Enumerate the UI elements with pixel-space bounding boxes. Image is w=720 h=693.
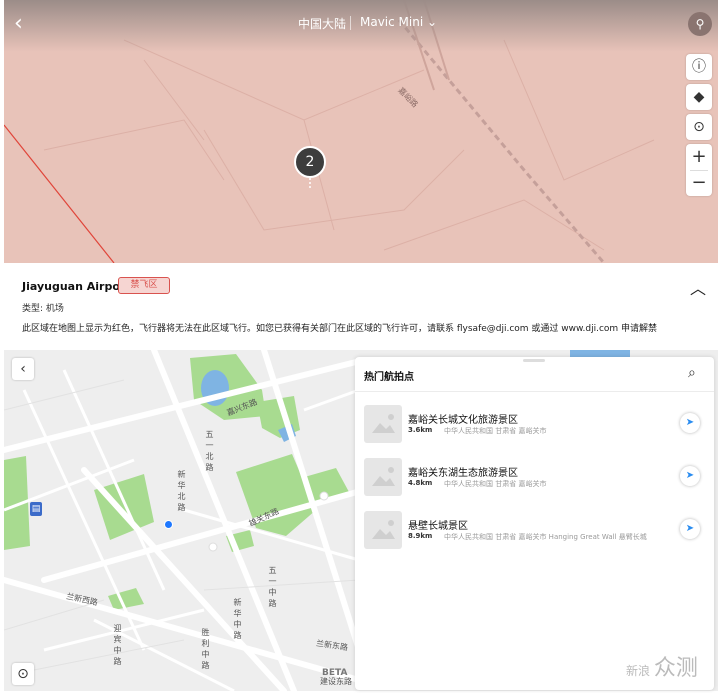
cluster-marker[interactable]: 2 (294, 146, 326, 178)
drag-handle[interactable] (523, 359, 545, 362)
zone-type-value: 机场 (45, 304, 64, 314)
image-placeholder-graphic (372, 414, 395, 433)
app-screen: ‹ 中国大陆 Mavic Mini ⌄ ⚲ ⓘ ◆ ⊙ + − 2 嘉峪路 Ji… (0, 0, 720, 693)
road-label: 新华北路 (177, 470, 186, 514)
airspace-map[interactable]: ‹ 中国大陆 Mavic Mini ⌄ ⚲ ⓘ ◆ ⊙ + − 2 嘉峪路 (4, 0, 718, 263)
image-placeholder-icon (364, 405, 402, 443)
hot-spot-distance: 4.8km (408, 479, 433, 487)
cluster-marker-tail (309, 178, 311, 188)
road-label: 五一北路 (205, 430, 214, 474)
hot-spot-item[interactable]: 嘉峪关东湖生态旅游景区 4.8km 中华人民共和国 甘肃省 嘉峪关市 ➤ (364, 458, 704, 502)
no-fly-badge: 禁飞区 (118, 277, 170, 294)
zone-type-label: 类型: (22, 304, 44, 314)
model-label: Mavic Mini (360, 15, 424, 29)
hot-spots-panel: 热门航拍点 ⌕ 嘉峪关长城文化旅游景区 3.6km 中华人民共和国 甘肃省 嘉峪… (355, 357, 714, 690)
watermark-big: 众测 (653, 656, 698, 681)
zone-name: Jiayuguan Airport (22, 280, 131, 293)
navigate-icon[interactable]: ➤ (680, 519, 700, 539)
hot-spots-title: 热门航拍点 (364, 372, 414, 383)
hot-spot-distance: 3.6km (408, 426, 433, 434)
hot-spot-name: 悬壁长城景区 (408, 521, 468, 532)
road-label: 迎宾中路 (113, 624, 122, 668)
zoom-divider (690, 170, 708, 171)
search-icon[interactable]: ⚲ (688, 12, 712, 36)
info-icon[interactable]: ⓘ (686, 54, 712, 80)
chevron-down-icon: ⌄ (427, 15, 438, 29)
zone-type: 类型: 机场 (22, 301, 64, 314)
hot-spot-name: 嘉峪关长城文化旅游景区 (408, 415, 518, 426)
road-label: 五一中路 (268, 566, 277, 610)
image-placeholder-graphic (372, 520, 395, 539)
bus-stop-icon[interactable]: ▤ (30, 502, 42, 516)
region-selector[interactable]: 中国大陆 (298, 15, 346, 32)
hot-spot-item[interactable]: 悬壁长城景区 8.9km 中华人民共和国 甘肃省 嘉峪关市 Hanging Gr… (364, 511, 704, 555)
hot-spot-item[interactable]: 嘉峪关长城文化旅游景区 3.6km 中华人民共和国 甘肃省 嘉峪关市 ➤ (364, 405, 704, 449)
locate-me-icon[interactable]: ⊙ (12, 663, 34, 685)
zone-info-panel: Jiayuguan Airport 禁飞区 ︿ 类型: 机场 此区域在地图上显示… (0, 263, 720, 350)
zoom-out-icon[interactable]: − (686, 170, 712, 196)
locate-icon[interactable]: ⊙ (686, 114, 712, 140)
hot-spot-name: 嘉峪关东湖生态旅游景区 (408, 468, 518, 479)
zone-description: 此区域在地图上显示为红色，飞行器将无法在此区域飞行。如您已获得有关部门在此区域的… (22, 324, 658, 334)
zoom-controls: + − (686, 144, 712, 196)
search-icon[interactable]: ⌕ (688, 365, 704, 381)
hot-spot-location: 中华人民共和国 甘肃省 嘉峪关市 (444, 427, 547, 435)
navigate-icon[interactable]: ➤ (680, 413, 700, 433)
watermark-small-2: 浪 (638, 664, 651, 678)
image-placeholder-graphic (372, 467, 395, 486)
hot-spot-location: 中华人民共和国 甘肃省 嘉峪关市 Hanging Great Wall 悬臂长城 (444, 533, 647, 541)
back-icon[interactable]: ‹ (14, 12, 38, 36)
image-placeholder-icon (364, 458, 402, 496)
road-label: 胜利中路 (201, 628, 210, 672)
chevron-up-icon[interactable]: ︿ (688, 275, 708, 298)
layers-icon[interactable]: ◆ (686, 84, 712, 110)
road-label: 新华中路 (233, 598, 242, 642)
panel-divider (355, 391, 714, 392)
beta-label: BETA (322, 668, 348, 678)
model-selector[interactable]: Mavic Mini ⌄ (360, 15, 437, 29)
hot-spot-location: 中华人民共和国 甘肃省 嘉峪关市 (444, 480, 547, 488)
current-location-marker (164, 520, 173, 529)
zoom-in-icon[interactable]: + (686, 144, 712, 170)
watermark-logo: 新浪 众测 (626, 650, 698, 682)
image-placeholder-icon (364, 511, 402, 549)
toolbar-divider (350, 16, 351, 30)
watermark-small: 新 (626, 664, 639, 678)
map-back-icon[interactable]: ‹ (12, 358, 34, 380)
navigate-icon[interactable]: ➤ (680, 466, 700, 486)
hot-spot-distance: 8.9km (408, 532, 433, 540)
